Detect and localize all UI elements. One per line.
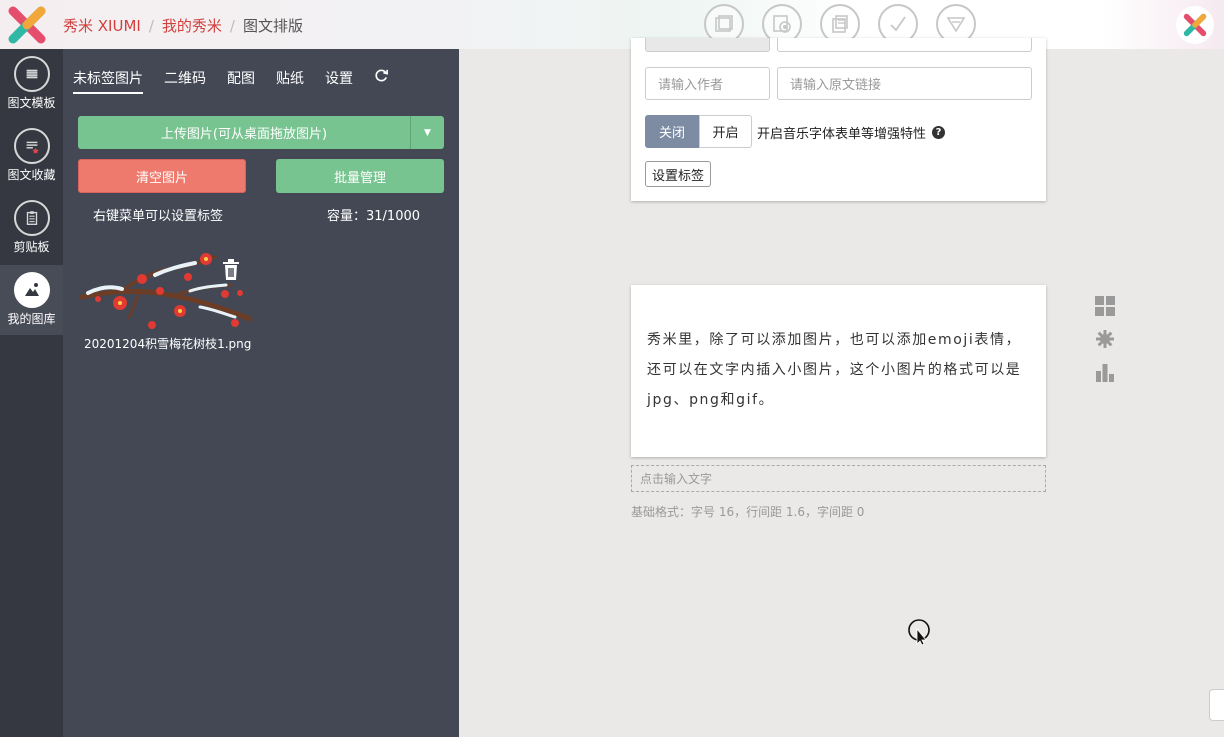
title-field-partial[interactable]: [645, 38, 770, 52]
panel-tabs: 未标签图片 二维码 配图 贴纸 设置: [73, 68, 389, 94]
enhance-toggle-label: 开启音乐字体表单等增强特性 ?: [757, 123, 946, 142]
nav-label: 图文收藏: [7, 168, 56, 182]
tab-qrcode[interactable]: 二维码: [164, 68, 206, 94]
nav-item-gallery[interactable]: 我的图库: [0, 265, 63, 335]
capacity-count: 容量：31/1000: [327, 209, 421, 224]
article-meta-card: 请输入作者 请输入原文链接 关闭 开启 开启音乐字体表单等增强特性 ? 设置标签: [631, 38, 1046, 201]
enhance-toggle: 关闭 开启: [645, 115, 752, 148]
mouse-cursor: [908, 619, 930, 646]
gear-icon[interactable]: [1095, 329, 1115, 349]
nav-label: 我的图库: [7, 312, 56, 326]
corner-widget[interactable]: [1209, 689, 1224, 721]
image-filename: 20201204积雪梅花树枝1.png: [84, 337, 252, 351]
left-nav: 图文模板 图文收藏 剪贴板 我的图库: [0, 49, 63, 737]
caret-down-icon: ▼: [424, 127, 431, 138]
original-link-input[interactable]: 请输入原文链接: [777, 67, 1032, 100]
bar-chart-icon[interactable]: [1095, 362, 1115, 382]
text-input-area[interactable]: 点击输入文字: [631, 465, 1046, 492]
help-icon[interactable]: ?: [932, 126, 946, 139]
nav-label: 图文模板: [7, 96, 56, 110]
article-paragraph[interactable]: 秀米里，除了可以添加图片，也可以添加emoji表情，还可以在文字内插入小图片，这…: [647, 325, 1031, 415]
clipboard-icon: [13, 200, 50, 236]
enhance-label-text: 开启音乐字体表单等增强特性: [757, 127, 927, 142]
tab-illustrations[interactable]: 配图: [227, 68, 255, 94]
nav-item-favorites[interactable]: 图文收藏: [0, 121, 63, 191]
trash-icon[interactable]: [221, 258, 241, 282]
nav-label: 剪贴板: [13, 240, 50, 254]
format-info: 基础格式：字号 16，行间距 1.6，字间距 0: [631, 505, 865, 519]
nav-item-clipboard[interactable]: 剪贴板: [0, 193, 63, 263]
gallery-panel: 未标签图片 二维码 配图 贴纸 设置 上传图片(可从桌面拖放图片) ▼ 清空图片…: [63, 49, 459, 737]
grid-icon[interactable]: [1095, 296, 1115, 316]
favorite-list-icon: [13, 128, 50, 164]
summary-field-partial[interactable]: [777, 38, 1032, 52]
upload-button[interactable]: 上传图片(可从桌面拖放图片): [78, 116, 410, 149]
context-menu-hint: 右键菜单可以设置标签: [93, 209, 224, 224]
user-avatar-logo[interactable]: [1176, 6, 1214, 44]
side-tools: [1095, 296, 1115, 395]
crumb-current: 图文排版: [242, 17, 303, 35]
text-content-card[interactable]: 秀米里，除了可以添加图片，也可以添加emoji表情，还可以在文字内插入小图片，这…: [631, 285, 1046, 457]
crumb-brand[interactable]: 秀米 XIUMI: [63, 15, 141, 36]
toggle-off-button[interactable]: 关闭: [645, 115, 699, 148]
gallery-icon: [13, 272, 50, 308]
crumb-separator: /: [148, 16, 154, 35]
crumb-separator: /: [229, 16, 235, 35]
xiumi-logo[interactable]: [7, 5, 47, 45]
tab-stickers[interactable]: 贴纸: [276, 68, 304, 94]
list-icon: [13, 56, 50, 92]
crumb-my-xiumi[interactable]: 我的秀米: [162, 15, 222, 36]
upload-options-button[interactable]: ▼: [410, 116, 444, 149]
set-tag-button[interactable]: 设置标签: [645, 161, 712, 187]
breadcrumb: 秀米 XIUMI / 我的秀米 / 图文排版: [63, 15, 303, 36]
tab-settings[interactable]: 设置: [325, 68, 353, 94]
refresh-icon[interactable]: [374, 68, 389, 94]
tab-untagged[interactable]: 未标签图片: [73, 68, 143, 94]
nav-item-templates[interactable]: 图文模板: [0, 49, 63, 119]
clear-images-button[interactable]: 清空图片: [78, 159, 246, 193]
author-input[interactable]: 请输入作者: [645, 67, 770, 100]
batch-manage-button[interactable]: 批量管理: [276, 159, 444, 193]
toggle-on-button[interactable]: 开启: [699, 115, 752, 148]
